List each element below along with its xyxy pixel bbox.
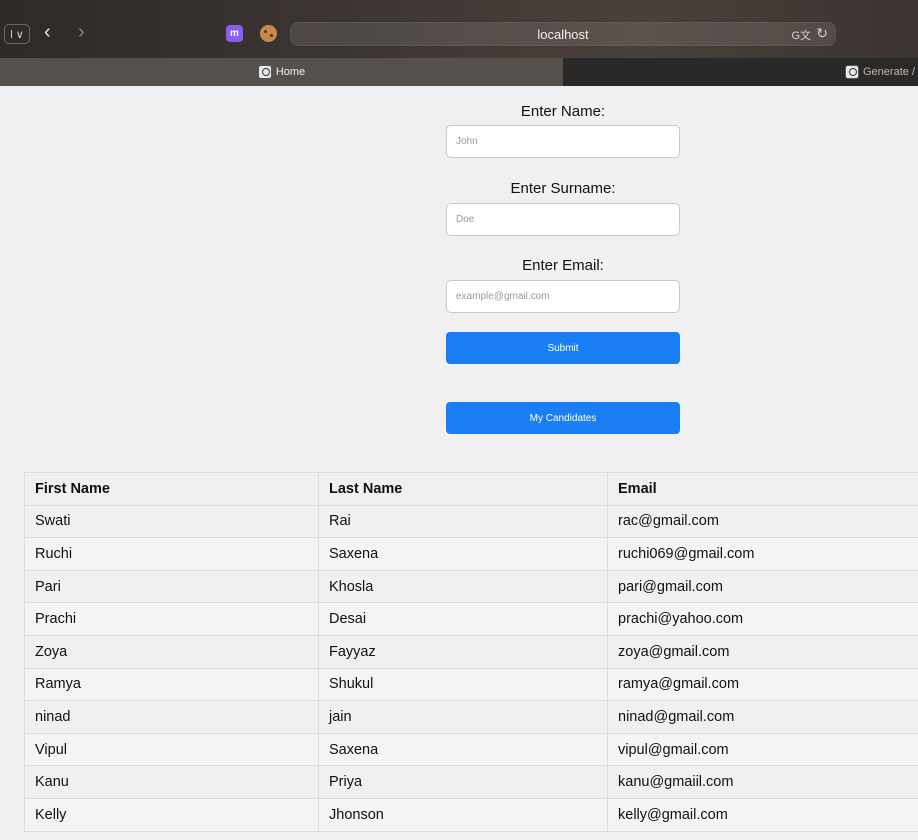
- header-first-name: First Name: [24, 472, 319, 506]
- email-cell: ruchi069@gmail.com: [607, 537, 918, 571]
- table-row: Prachi Desai prachi@yahoo.com: [24, 602, 918, 636]
- first-name-cell: Pari: [24, 569, 319, 604]
- candidates-table: First Name Last Name Email Swati Rai rac…: [24, 472, 918, 832]
- email-cell: pari@gmail.com: [607, 569, 918, 604]
- last-name-cell: Fayyaz: [318, 634, 608, 669]
- name-label: Enter Name:: [520, 103, 606, 120]
- table-row: Kelly Jhonson kelly@gmail.com: [24, 797, 918, 832]
- email-cell: zoya@gmail.com: [607, 634, 918, 669]
- email-cell: ninad@gmail.com: [607, 700, 918, 734]
- tab-home[interactable]: Home: [0, 58, 563, 86]
- extension-icon[interactable]: m: [226, 25, 243, 42]
- last-name-cell: Jhonson: [318, 797, 608, 832]
- email-cell: vipul@gmail.com: [607, 732, 918, 767]
- last-name-cell: Desai: [318, 602, 608, 636]
- first-name-cell: Zoya: [24, 634, 319, 669]
- table-row: Vipul Saxena vipul@gmail.com: [24, 732, 918, 767]
- last-name-cell: Priya: [318, 765, 608, 799]
- tab-label: Generate /: [863, 66, 915, 78]
- tab-generate[interactable]: Generate /: [563, 58, 918, 86]
- last-name-cell: Rai: [318, 504, 608, 539]
- candidates-table-container: First Name Last Name Email Swati Rai rac…: [24, 472, 918, 832]
- my-candidates-button[interactable]: My Candidates: [446, 402, 680, 434]
- table-row: Pari Khosla pari@gmail.com: [24, 569, 918, 604]
- header-email: Email: [607, 472, 918, 506]
- tab-label: Home: [275, 66, 306, 78]
- surname-input[interactable]: [446, 203, 680, 236]
- first-name-cell: Swati: [24, 504, 319, 539]
- last-name-cell: Shukul: [318, 667, 608, 702]
- first-name-cell: Ramya: [24, 667, 319, 702]
- last-name-cell: Saxena: [318, 537, 608, 571]
- name-input[interactable]: [446, 125, 680, 158]
- email-label: Enter Email:: [522, 257, 604, 274]
- table-row: Ramya Shukul ramya@gmail.com: [24, 667, 918, 702]
- first-name-cell: Ruchi: [24, 537, 319, 571]
- table-row: Swati Rai rac@gmail.com: [24, 504, 918, 539]
- last-name-cell: jain: [318, 700, 608, 734]
- first-name-cell: ninad: [24, 700, 319, 734]
- first-name-cell: Prachi: [24, 602, 319, 636]
- sidebar-toggle-button[interactable]: l ∨: [4, 24, 30, 44]
- email-cell: kanu@gmaiil.com: [607, 765, 918, 799]
- first-name-cell: Kanu: [24, 765, 319, 799]
- email-cell: kelly@gmail.com: [607, 797, 918, 832]
- last-name-cell: Khosla: [318, 569, 608, 604]
- tab-bar: Home Generate /: [0, 58, 918, 86]
- table-row: ninad jain ninad@gmail.com: [24, 700, 918, 734]
- email-cell: prachi@yahoo.com: [607, 602, 918, 636]
- translate-icon[interactable]: G文: [791, 27, 811, 43]
- site-favicon-icon: [845, 65, 859, 79]
- table-row: Zoya Fayyaz zoya@gmail.com: [24, 634, 918, 669]
- email-cell: ramya@gmail.com: [607, 667, 918, 702]
- surname-label: Enter Surname:: [510, 180, 616, 197]
- first-name-cell: Kelly: [24, 797, 319, 832]
- table-header-row: First Name Last Name Email: [24, 472, 918, 506]
- reload-icon[interactable]: ↻: [816, 25, 828, 42]
- last-name-cell: Saxena: [318, 732, 608, 767]
- table-row: Kanu Priya kanu@gmaiil.com: [24, 765, 918, 799]
- forward-arrow-icon[interactable]: ›: [78, 22, 85, 42]
- email-input[interactable]: [446, 280, 680, 313]
- email-cell: rac@gmail.com: [607, 504, 918, 539]
- submit-button[interactable]: Submit: [446, 332, 680, 364]
- browser-toolbar: l ∨ ‹ › m localhost G文 ↻: [0, 0, 918, 58]
- table-row: Ruchi Saxena ruchi069@gmail.com: [24, 537, 918, 571]
- first-name-cell: Vipul: [24, 732, 319, 767]
- address-bar[interactable]: localhost G文 ↻: [290, 22, 836, 46]
- url-text: localhost: [537, 27, 589, 42]
- site-favicon-icon: [257, 65, 272, 79]
- header-last-name: Last Name: [318, 472, 608, 506]
- back-arrow-icon[interactable]: ‹: [44, 22, 51, 42]
- cookie-extension-icon[interactable]: [260, 25, 277, 42]
